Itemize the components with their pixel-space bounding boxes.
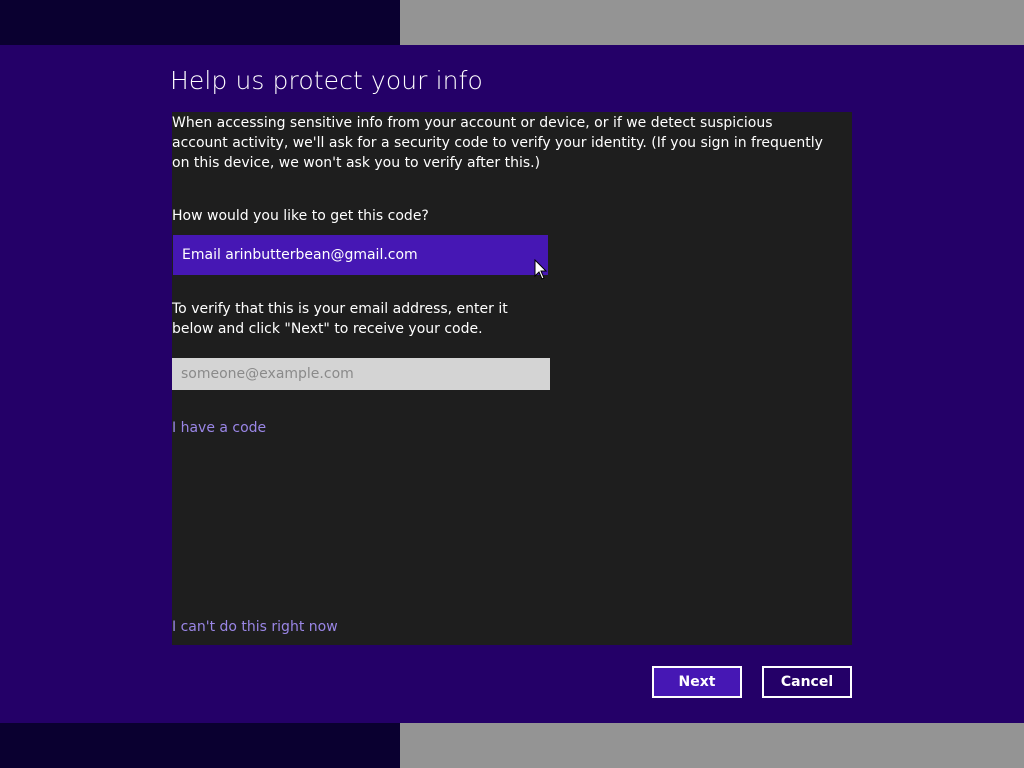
verify-instructions: To verify that this is your email addres… <box>172 301 508 337</box>
description-text: When accessing sensitive info from your … <box>172 115 823 171</box>
background-top-left <box>0 0 400 45</box>
cant-do-now-link[interactable]: I can't do this right now <box>172 619 338 635</box>
background-bottom-right <box>400 723 1024 768</box>
background-top-right <box>400 0 1024 45</box>
code-method-selected-label: Email arinbutterbean@gmail.com <box>182 247 418 263</box>
background-bottom-left <box>0 723 400 768</box>
have-code-link[interactable]: I have a code <box>172 420 266 436</box>
email-field[interactable] <box>172 358 550 390</box>
code-method-question: How would you like to get this code? <box>172 208 429 224</box>
code-method-dropdown[interactable]: Email arinbutterbean@gmail.com <box>173 235 548 275</box>
next-button[interactable]: Next <box>652 666 742 698</box>
mouse-pointer-icon <box>534 259 548 280</box>
page-title: Help us protect your info <box>170 66 483 95</box>
cancel-button[interactable]: Cancel <box>762 666 852 698</box>
